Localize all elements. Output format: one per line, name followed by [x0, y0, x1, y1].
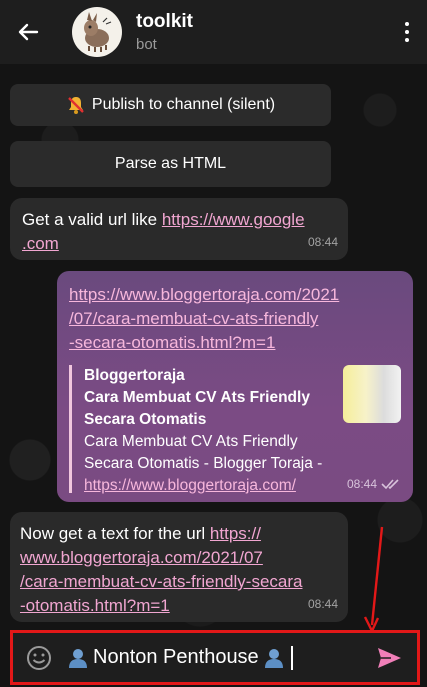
publish-channel-label: Publish to channel (silent): [91, 96, 276, 113]
arrow-left-icon: [18, 23, 39, 41]
message-composer: Nonton Penthouse: [10, 630, 420, 685]
muted-bell-icon: [68, 97, 84, 114]
message-time: 08:44: [307, 235, 338, 249]
message-incoming-1: Get a valid url like https://www.google …: [10, 198, 348, 260]
back-button[interactable]: [0, 0, 56, 64]
url-line-2[interactable]: /07/cara-membuat-cv-ats-friendly: [69, 309, 318, 328]
parse-html-button[interactable]: Parse as HTML: [10, 141, 331, 187]
message-link-line-4[interactable]: -otomatis.html?m=1: [20, 596, 170, 615]
preview-link[interactable]: https://www.bloggertoraja.com/: [84, 477, 296, 494]
chat-subtitle: bot: [136, 36, 157, 53]
chat-title-block[interactable]: toolkit bot: [136, 11, 387, 53]
message-input[interactable]: Nonton Penthouse: [63, 645, 367, 670]
message-link-continued[interactable]: .com: [22, 234, 59, 253]
send-button[interactable]: [367, 636, 411, 680]
message-link[interactable]: https://www.google: [162, 210, 305, 229]
double-check-icon: [381, 479, 399, 490]
preview-thumbnail[interactable]: [343, 365, 401, 423]
preview-desc-line-2: Secara Otomatis - Blogger Toraja -: [84, 455, 323, 472]
preview-desc-line-1: Cara Membuat CV Ats Friendly: [84, 433, 298, 450]
message-text: Now get a text for the url: [20, 524, 210, 543]
bust-silhouette-icon-2: [264, 648, 283, 668]
annotation-arrow: [363, 526, 384, 634]
bust-silhouette-icon: [69, 648, 87, 668]
more-menu-button[interactable]: [387, 0, 427, 64]
message-text: Get a valid url like: [22, 210, 162, 229]
message-meta: 08:44: [347, 472, 401, 496]
outgoing-url[interactable]: https://www.bloggertoraja.com/2021 /07/c…: [69, 283, 401, 355]
message-link-line-3[interactable]: /cara-membuat-cv-ats-friendly-secara: [20, 572, 302, 591]
smiley-icon: [27, 645, 51, 670]
donkey-logo-icon: [84, 12, 112, 52]
preview-title-line-1: Cara Membuat CV Ats Friendly: [84, 389, 310, 406]
more-vertical-icon: [405, 20, 409, 44]
preview-description: Cara Membuat CV Ats Friendly Secara Otom…: [84, 431, 344, 497]
url-line-1[interactable]: https://www.bloggertoraja.com/2021: [69, 285, 339, 304]
chat-header: toolkit bot: [0, 0, 427, 64]
preview-title-line-2: Secara Otomatis: [84, 411, 207, 428]
emoji-button[interactable]: [19, 638, 59, 678]
message-incoming-2: Now get a text for the url https:// www.…: [10, 512, 348, 622]
message-link[interactable]: https://: [210, 524, 261, 543]
message-time: 08:44: [307, 597, 338, 611]
text-caret: [290, 645, 293, 670]
preview-title: Cara Membuat CV Ats Friendly Secara Otom…: [84, 387, 334, 431]
bot-avatar[interactable]: [72, 7, 122, 57]
message-input-value: Nonton Penthouse: [93, 646, 259, 668]
parse-html-label: Parse as HTML: [114, 155, 227, 172]
message-time: 08:44: [346, 477, 377, 491]
publish-channel-button[interactable]: Publish to channel (silent): [10, 84, 331, 126]
message-outgoing: https://www.bloggertoraja.com/2021 /07/c…: [57, 271, 413, 502]
message-link-line-2[interactable]: www.bloggertoraja.com/2021/07: [20, 548, 263, 567]
url-line-3[interactable]: -secara-otomatis.html?m=1: [69, 333, 275, 352]
send-icon: [378, 647, 401, 668]
chat-title: toolkit: [136, 11, 193, 32]
